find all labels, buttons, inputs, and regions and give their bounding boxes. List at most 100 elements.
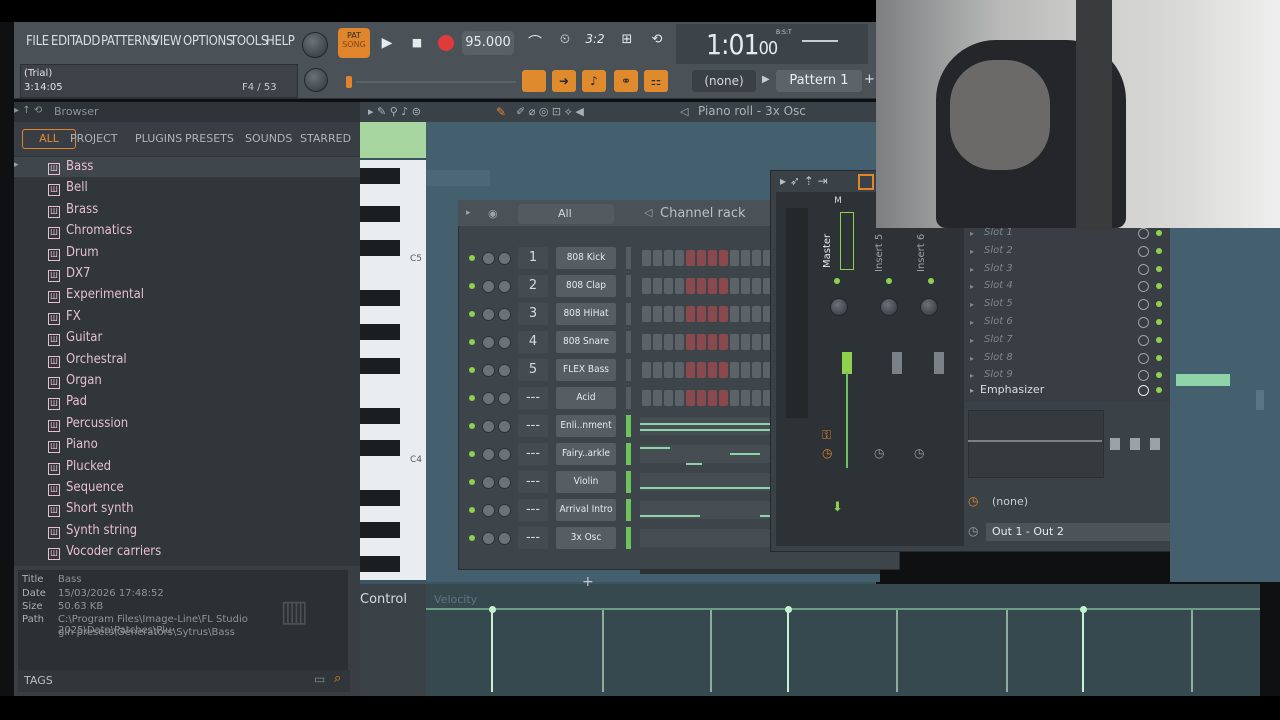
pitch-slider-handle[interactable] <box>346 76 352 88</box>
rack-options-arrow-icon[interactable]: ▸ <box>466 208 471 218</box>
channel-filter-select[interactable]: All <box>518 204 614 224</box>
browser-folder-item[interactable]: Ш Orchestral <box>48 350 127 370</box>
channel-pan-knob[interactable] <box>482 308 495 321</box>
channel-pan-knob[interactable] <box>482 476 495 489</box>
channel-select-indicator[interactable] <box>626 247 631 269</box>
scroll-handle[interactable] <box>1256 390 1264 410</box>
step-button[interactable] <box>653 250 662 266</box>
channel-name-button[interactable]: 808 Kick <box>556 247 616 269</box>
channel-mixer-track[interactable]: 1 <box>518 247 548 269</box>
step-button[interactable] <box>686 278 695 294</box>
effect-slot[interactable]: Slot 6 <box>984 316 1013 327</box>
black-key[interactable] <box>360 290 400 306</box>
menu-edit[interactable]: EDIT <box>51 34 77 49</box>
step-button[interactable] <box>664 334 673 350</box>
step-button[interactable] <box>730 306 739 322</box>
emphasizer-arrow-icon[interactable]: ▸ <box>970 386 974 395</box>
browser-folder-item[interactable]: Ш Short synth <box>48 499 134 519</box>
channel-enable-led[interactable] <box>469 339 475 345</box>
browser-folder-item[interactable]: Ш Drum <box>48 243 99 263</box>
channel-volume-knob[interactable] <box>498 336 511 349</box>
channel-mixer-track[interactable]: 4 <box>518 331 548 353</box>
mixer-maximize-icon[interactable] <box>858 174 874 190</box>
channel-pan-knob[interactable] <box>482 420 495 433</box>
black-key[interactable] <box>360 522 400 538</box>
loop-record-icon[interactable]: ⟲ <box>644 32 670 54</box>
channel-name-button[interactable]: Arrival Intro <box>556 499 616 521</box>
velocity-bar[interactable] <box>1006 610 1008 692</box>
browser-folder-item[interactable]: Ш Synth string <box>48 521 137 541</box>
slot-enable-led[interactable] <box>1156 354 1162 361</box>
slot-arrow-icon[interactable]: ▸ <box>970 229 974 238</box>
insert6-link-icon[interactable]: ◷ <box>914 446 924 460</box>
channel-mixer-track[interactable]: --- <box>518 527 548 549</box>
step-button[interactable] <box>697 278 706 294</box>
browser-folder-item[interactable]: Ш Chromatics <box>48 221 132 241</box>
input-select[interactable]: (none) <box>992 495 1028 508</box>
black-key[interactable] <box>360 358 400 374</box>
step-button[interactable] <box>708 362 717 378</box>
browser-folder-item[interactable]: Ш Plucked <box>48 457 111 477</box>
step-button[interactable] <box>752 390 761 406</box>
channel-select-indicator[interactable] <box>626 415 631 437</box>
channel-volume-knob[interactable] <box>498 476 511 489</box>
step-button[interactable] <box>664 278 673 294</box>
browser-folder-item[interactable]: Ш Organ <box>48 371 102 391</box>
channel-pan-knob[interactable] <box>482 532 495 545</box>
channel-pan-knob[interactable] <box>482 364 495 377</box>
snap-select[interactable]: (none) <box>692 70 756 92</box>
step-button[interactable] <box>675 278 684 294</box>
master-mute-label[interactable]: M <box>818 196 858 206</box>
step-button[interactable] <box>686 334 695 350</box>
play-icon[interactable]: ▶ <box>374 30 400 56</box>
menu-view[interactable]: VIEW <box>152 34 182 49</box>
step-button[interactable] <box>741 250 750 266</box>
step-button[interactable] <box>741 334 750 350</box>
channel-name-button[interactable]: FLEX Bass <box>556 359 616 381</box>
slot-mix-knob[interactable] <box>1138 245 1149 257</box>
channel-mixer-track[interactable]: --- <box>518 415 548 437</box>
channel-select-indicator[interactable] <box>626 275 631 297</box>
step-button[interactable] <box>642 362 651 378</box>
pattern-arrow-icon[interactable]: ▶ <box>762 74 770 85</box>
step-button[interactable] <box>697 306 706 322</box>
step-button[interactable] <box>697 334 706 350</box>
pattern-preview[interactable] <box>640 529 770 547</box>
slot-enable-led[interactable] <box>1156 265 1162 272</box>
output-select[interactable]: Out 1 - Out 2 <box>986 523 1170 541</box>
step-button[interactable] <box>708 306 717 322</box>
step-button[interactable] <box>675 306 684 322</box>
effect-slot[interactable]: Slot 7 <box>984 334 1013 345</box>
channel-enable-led[interactable] <box>469 507 475 513</box>
channel-select-indicator[interactable] <box>626 387 631 409</box>
velocity-handle[interactable] <box>1080 606 1087 613</box>
channel-enable-led[interactable] <box>469 311 475 317</box>
step-button[interactable] <box>653 278 662 294</box>
step-button[interactable] <box>708 278 717 294</box>
browser-folder-item[interactable]: Ш Bass <box>48 157 93 177</box>
channel-enable-led[interactable] <box>469 255 475 261</box>
channel-name-button[interactable]: 808 HiHat <box>556 303 616 325</box>
step-button[interactable] <box>664 362 673 378</box>
step-button[interactable] <box>675 362 684 378</box>
insert5-enable-led[interactable] <box>886 278 892 284</box>
channel-mixer-track[interactable]: 3 <box>518 303 548 325</box>
velocity-bar[interactable] <box>896 610 898 692</box>
step-button[interactable] <box>664 250 673 266</box>
master-lock-icon[interactable]: ⚿ <box>822 428 831 443</box>
master-route-arrow-icon[interactable]: ⬇ <box>832 500 843 515</box>
slot-arrow-icon[interactable]: ▸ <box>970 282 974 291</box>
browser-folder-item[interactable]: Ш Piano <box>48 435 98 455</box>
step-button[interactable] <box>664 390 673 406</box>
velocity-bar[interactable] <box>602 610 604 692</box>
effect-slot[interactable]: Slot 5 <box>984 298 1013 309</box>
step-button[interactable] <box>653 390 662 406</box>
channel-select-indicator[interactable] <box>626 527 631 549</box>
mixer-toolbar-icons[interactable]: ▸ ➶ ⇡ ⇥ <box>780 174 828 188</box>
slot-arrow-icon[interactable]: ▸ <box>970 300 974 309</box>
tab-all[interactable]: ALL <box>22 129 76 149</box>
step-button[interactable] <box>642 250 651 266</box>
eq-band-slider[interactable] <box>1110 438 1120 450</box>
step-button[interactable] <box>752 278 761 294</box>
browser-folder-item[interactable]: Ш Sequence <box>48 478 124 498</box>
